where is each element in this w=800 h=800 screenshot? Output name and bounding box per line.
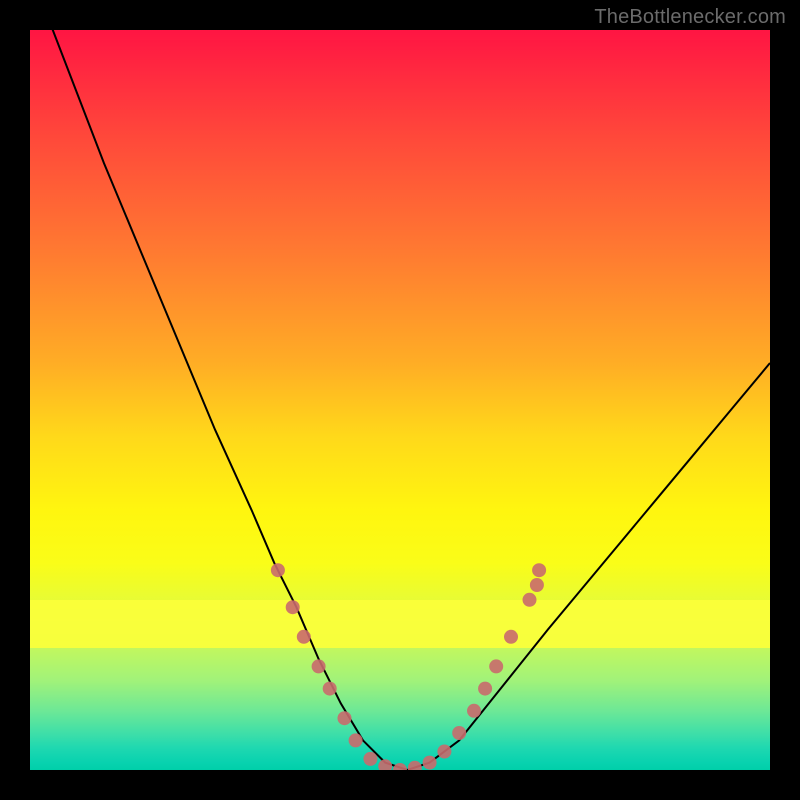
curve-marker: [423, 756, 437, 770]
curve-marker: [271, 563, 285, 577]
curve-marker: [312, 659, 326, 673]
bottleneck-curve-path: [30, 30, 770, 770]
curve-marker: [393, 763, 407, 770]
curve-marker: [532, 563, 546, 577]
curve-marker: [338, 711, 352, 725]
curve-marker: [489, 659, 503, 673]
curve-marker: [467, 704, 481, 718]
curve-marker: [349, 733, 363, 747]
curve-marker: [408, 761, 422, 770]
curve-markers: [271, 563, 546, 770]
curve-marker: [452, 726, 466, 740]
chart-frame: TheBottlenecker.com: [0, 0, 800, 800]
watermark-text: TheBottlenecker.com: [594, 6, 786, 29]
curve-marker: [363, 752, 377, 766]
curve-marker: [437, 745, 451, 759]
curve-marker: [378, 759, 392, 770]
curve-marker: [323, 682, 337, 696]
curve-marker: [478, 682, 492, 696]
plot-area: [30, 30, 770, 770]
highlight-band: [30, 600, 770, 648]
bottleneck-curve-svg: [30, 30, 770, 770]
curve-marker: [530, 578, 544, 592]
